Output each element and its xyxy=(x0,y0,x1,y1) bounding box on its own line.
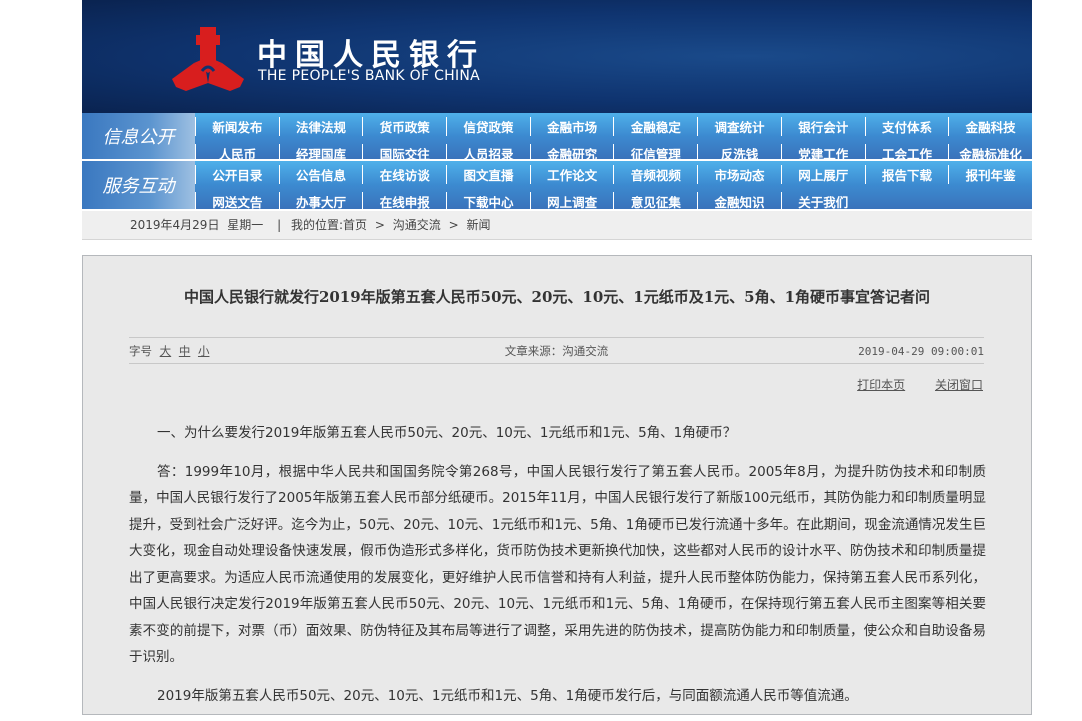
nav-item[interactable]: 金融科技 xyxy=(948,117,1032,136)
nav-item[interactable]: 下载中心 xyxy=(446,192,530,211)
nav-item[interactable]: 音频视频 xyxy=(613,165,697,184)
nav-item[interactable]: 金融知识 xyxy=(697,192,781,211)
breadcrumb-arrow: > xyxy=(448,218,459,232)
nav-item[interactable]: 货币政策 xyxy=(362,117,446,136)
article-datetime: 2019-04-29 09:00:01 xyxy=(858,345,984,358)
nav-item[interactable]: 报刊年鉴 xyxy=(948,165,1032,184)
main-nav: 信息公开 新闻发布 法律法规 货币政策 信贷政策 金融市场 金融稳定 调查统计 银行会计 支付体… xyxy=(82,113,1032,211)
nav-item[interactable]: 意见征集 xyxy=(613,192,697,211)
article-meta: 文章来源：沟通交流 字号 大 中 小 2019-04-29 09:00:01 xyxy=(129,337,984,364)
breadcrumb-arrow: > xyxy=(374,218,385,232)
nav-item[interactable]: 金融稳定 xyxy=(613,117,697,136)
nav-item[interactable]: 在线访谈 xyxy=(362,165,446,184)
nav-item[interactable]: 网送文告 xyxy=(195,192,279,211)
nav-item[interactable]: 在线申报 xyxy=(362,192,446,211)
article: 中国人民银行就发行2019年版第五套人民币50元、20元、10元、1元纸币及1元… xyxy=(82,255,1032,715)
nav-item[interactable]: 工作论文 xyxy=(529,165,614,184)
separator: | xyxy=(277,218,282,232)
nav-item[interactable]: 金融市场 xyxy=(529,117,614,136)
nav-item[interactable]: 网上展厅 xyxy=(780,165,865,184)
site-name-en: THE PEOPLE'S BANK OF CHINA xyxy=(258,68,481,84)
nav-group-label: 服务互动 xyxy=(82,161,195,209)
font-size-large[interactable]: 大 xyxy=(160,344,172,358)
nav-item[interactable]: 调查统计 xyxy=(697,117,781,136)
nav-grid: 新闻发布 法律法规 货币政策 信贷政策 金融市场 金融稳定 调查统计 银行会计 支付体系 金融科技… xyxy=(195,113,1032,163)
nav-item[interactable]: 公开目录 xyxy=(195,165,279,184)
nav-item[interactable]: 支付体系 xyxy=(864,117,949,136)
article-paragraph: 2019年版第五套人民币50元、20元、10元、1元纸币和1元、5角、1角硬币发… xyxy=(157,687,858,704)
article-body: 一、为什么要发行2019年版第五套人民币50元、20元、10元、1元纸币和1元、… xyxy=(129,420,986,721)
font-size-small[interactable]: 小 xyxy=(198,344,210,358)
article-question: 一、为什么要发行2019年版第五套人民币50元、20元、10元、1元纸币和1元、… xyxy=(157,425,737,441)
nav-item[interactable]: 公告信息 xyxy=(278,165,363,184)
nav-item[interactable]: 报告下载 xyxy=(864,165,949,184)
font-size-medium[interactable]: 中 xyxy=(179,344,191,358)
print-link[interactable]: 打印本页 xyxy=(857,378,905,392)
location-label: 我的位置: xyxy=(291,218,344,232)
font-size-label: 字号 xyxy=(129,344,152,358)
nav-item[interactable]: 办事大厅 xyxy=(278,192,363,211)
nav-item[interactable]: 信贷政策 xyxy=(446,117,530,136)
nav-item[interactable]: 法律法规 xyxy=(278,117,363,136)
pboc-logo-icon xyxy=(172,27,244,91)
article-paragraph: 答：1999年10月，根据中华人民共和国国务院令第268号，中国人民银行发行了第… xyxy=(129,463,986,666)
font-size-control: 字号 大 中 小 xyxy=(129,338,209,365)
nav-item[interactable]: 网上调查 xyxy=(529,192,614,211)
breadcrumb-communication[interactable]: 沟通交流 xyxy=(393,218,441,232)
breadcrumb-news[interactable]: 新闻 xyxy=(467,218,491,232)
close-window-link[interactable]: 关闭窗口 xyxy=(935,378,983,392)
nav-item[interactable]: 图文直播 xyxy=(446,165,530,184)
nav-group-label: 信息公开 xyxy=(82,113,195,159)
breadcrumb-home[interactable]: 首页 xyxy=(343,218,367,232)
nav-item[interactable]: 银行会计 xyxy=(780,117,865,136)
article-tools: 打印本页 关闭窗口 xyxy=(831,376,983,393)
nav-grid: 公开目录 公告信息 在线访谈 图文直播 工作论文 音频视频 市场动态 网上展厅 报告下载 报刊年鉴… xyxy=(195,161,1032,211)
nav-group-info: 信息公开 新闻发布 法律法规 货币政策 信贷政策 金融市场 金融稳定 调查统计 银行会计 支付体… xyxy=(82,113,1032,163)
nav-item[interactable]: 市场动态 xyxy=(697,165,781,184)
article-source: 文章来源：沟通交流 xyxy=(504,344,609,358)
current-weekday: 星期一 xyxy=(227,218,264,232)
nav-item[interactable]: 新闻发布 xyxy=(195,117,279,136)
current-date: 2019年4月29日 xyxy=(130,218,220,232)
nav-item[interactable]: 关于我们 xyxy=(780,192,865,211)
article-title: 中国人民银行就发行2019年版第五套人民币50元、20元、10元、1元纸币及1元… xyxy=(183,288,931,306)
nav-group-service: 服务互动 公开目录 公告信息 在线访谈 图文直播 工作论文 音频视频 市场动态 网上展厅 报告下… xyxy=(82,161,1032,211)
breadcrumb: 2019年4月29日 星期一 | 我的位置:首页 > 沟通交流 > 新闻 xyxy=(82,211,1032,240)
site-header: 中国人民银行 THE PEOPLE'S BANK OF CHINA xyxy=(82,0,1032,113)
